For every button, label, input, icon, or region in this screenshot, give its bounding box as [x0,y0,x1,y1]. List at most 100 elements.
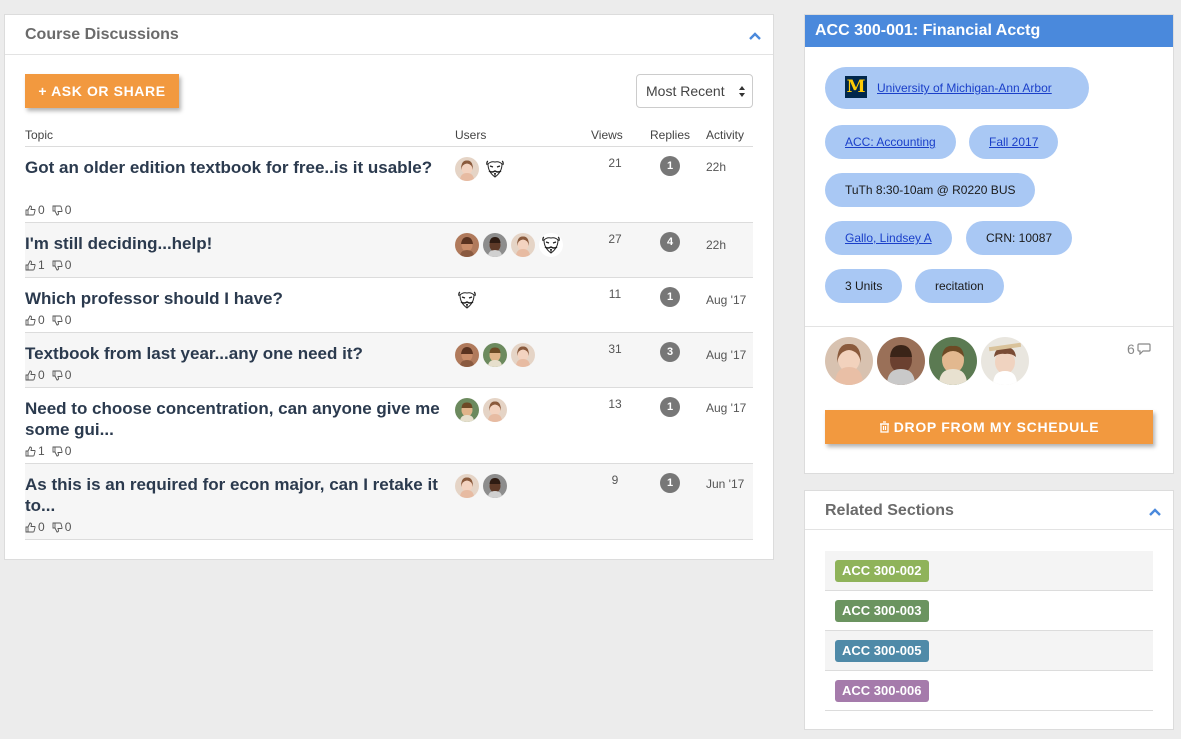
column-header-views[interactable]: Views [591,128,623,142]
sort-select[interactable]: Most Recent [636,74,753,108]
chevron-up-icon[interactable] [747,28,763,44]
sort-selected-value: Most Recent [646,83,725,99]
discussion-row[interactable]: As this is an required for econ major, c… [25,464,753,540]
dislike-count: 0 [64,444,72,458]
thumbs-down-icon[interactable] [52,370,63,381]
instructor-link[interactable]: Gallo, Lindsey A [845,231,932,245]
units-pill: 3 Units [825,269,903,303]
enrolled-avatar[interactable] [929,337,977,385]
course-title: ACC 300-001: Financial Acctg [805,15,1173,47]
term-link[interactable]: Fall 2017 [989,135,1038,149]
user-avatar[interactable] [483,474,507,498]
discussion-topic-link[interactable]: I'm still deciding...help! [25,233,445,254]
user-avatar[interactable] [455,233,479,257]
like-count: 1 [38,258,45,272]
view-count: 27 [608,232,622,246]
instructor-pill[interactable]: Gallo, Lindsey A [825,221,952,255]
type-pill: recitation [915,269,1004,303]
dislike-count: 0 [64,203,72,217]
participant-avatars [455,398,511,422]
thumbs-up-icon[interactable] [25,205,36,216]
subject-pill[interactable]: ACC: Accounting [825,125,956,159]
column-header-topic[interactable]: Topic [25,128,53,142]
section-badge[interactable]: ACC 300-005 [835,640,929,662]
last-activity: Aug '17 [706,348,747,362]
university-pill[interactable]: M University of Michigan-Ann Arbor [825,67,1089,109]
section-badge[interactable]: ACC 300-003 [835,600,929,622]
vote-counts: 00 [25,520,71,534]
view-count: 31 [608,342,622,356]
user-avatar[interactable] [483,233,507,257]
dislike-count: 0 [64,520,72,534]
user-avatar[interactable] [511,343,535,367]
thumbs-up-icon[interactable] [25,446,36,457]
user-avatar[interactable] [539,233,563,257]
thumbs-up-icon[interactable] [25,315,36,326]
participant-avatars [455,343,539,367]
last-activity: Aug '17 [706,293,747,307]
user-avatar[interactable] [483,398,507,422]
section-badge[interactable]: ACC 300-006 [835,680,929,702]
like-count: 1 [38,444,45,458]
message-count[interactable]: 6 [1127,341,1151,357]
like-count: 0 [38,203,45,217]
vote-counts: 00 [25,313,71,327]
enrolled-avatar[interactable] [825,337,873,385]
chevron-up-icon[interactable] [1147,504,1163,520]
comments-icon [1137,343,1151,355]
related-section-row: ACC 300-003 [825,591,1153,631]
discussions-header: Course Discussions [5,15,773,55]
thumbs-up-icon[interactable] [25,522,36,533]
reply-count-badge: 1 [660,473,680,493]
reply-count-badge: 1 [660,156,680,176]
column-header-activity[interactable]: Activity [706,128,744,142]
subject-link[interactable]: ACC: Accounting [845,135,936,149]
discussion-topic-link[interactable]: As this is an required for econ major, c… [25,474,445,516]
ask-or-share-button[interactable]: + ASK OR SHARE [25,74,179,108]
discussion-row[interactable]: Need to choose concentration, can anyone… [25,388,753,464]
university-link[interactable]: University of Michigan-Ann Arbor [877,81,1052,95]
discussion-row[interactable]: Textbook from last year...any one need i… [25,333,753,388]
thumbs-down-icon[interactable] [52,315,63,326]
discussion-row[interactable]: I'm still deciding...help! 1 0 27 4 22h [25,223,753,278]
thumbs-down-icon[interactable] [52,260,63,271]
university-logo-icon: M [845,76,867,99]
thumbs-down-icon[interactable] [52,446,63,457]
trash-icon [879,421,889,433]
thumbs-up-icon[interactable] [25,260,36,271]
like-count: 0 [38,368,45,382]
thumbs-up-icon[interactable] [25,370,36,381]
thumbs-down-icon[interactable] [52,205,63,216]
discussion-topic-link[interactable]: Which professor should I have? [25,288,445,309]
user-avatar[interactable] [455,288,479,312]
discussions-title: Course Discussions [25,26,179,43]
column-header-users[interactable]: Users [455,128,486,142]
last-activity: 22h [706,238,727,252]
view-count: 11 [608,287,622,301]
thumbs-down-icon[interactable] [52,522,63,533]
user-avatar[interactable] [511,233,535,257]
drop-from-schedule-button[interactable]: DROP FROM MY SCHEDULE [825,410,1153,444]
view-count: 13 [608,397,622,411]
user-avatar[interactable] [483,157,507,181]
dislike-count: 0 [64,368,72,382]
discussion-topic-link[interactable]: Got an older edition textbook for free..… [25,157,445,178]
participant-avatars [455,233,567,257]
reply-count-badge: 3 [660,342,680,362]
column-header-replies[interactable]: Replies [650,128,690,142]
discussion-row[interactable]: Which professor should I have? 0 0 11 1 Aug '… [25,278,753,333]
discussion-topic-link[interactable]: Need to choose concentration, can anyone… [25,398,445,440]
user-avatar[interactable] [483,343,507,367]
term-pill[interactable]: Fall 2017 [969,125,1059,159]
user-avatar[interactable] [455,157,479,181]
section-badge[interactable]: ACC 300-002 [835,560,929,582]
dislike-count: 0 [64,313,72,327]
user-avatar[interactable] [455,343,479,367]
user-avatar[interactable] [455,398,479,422]
related-section-row: ACC 300-005 [825,631,1153,671]
enrolled-avatar[interactable] [981,337,1029,385]
user-avatar[interactable] [455,474,479,498]
enrolled-avatar[interactable] [877,337,925,385]
discussion-topic-link[interactable]: Textbook from last year...any one need i… [25,343,445,364]
discussion-row[interactable]: Got an older edition textbook for free..… [25,147,753,223]
